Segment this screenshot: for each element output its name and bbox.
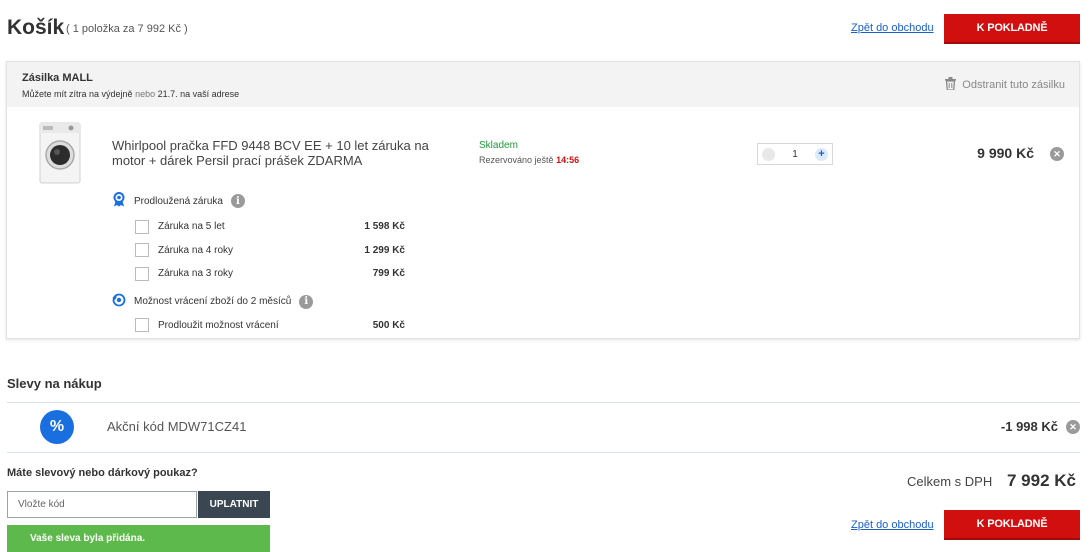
- voucher-code-input[interactable]: [7, 491, 197, 518]
- reserved-time: 14:56: [556, 155, 580, 165]
- remove-shipment-button[interactable]: Odstranit tuto zásilku: [945, 77, 1065, 93]
- warranty-5y-checkbox[interactable]: [135, 219, 149, 234]
- warranty-4y-checkbox[interactable]: [135, 243, 149, 258]
- product-image-washing-machine[interactable]: [38, 122, 82, 184]
- shipment-header: Zásilka MALL Můžete mít zítra na výdejně…: [7, 62, 1079, 107]
- option-price: 500 Kč: [372, 319, 405, 331]
- option-label: Záruka na 3 roky: [158, 268, 234, 280]
- total-label: Celkem s DPH: [907, 474, 993, 489]
- warranty-option-row: Záruka na 5 let 1 598 Kč: [135, 215, 405, 239]
- delivery-prefix: Můžete mít zítra na výdejně: [22, 89, 133, 99]
- option-price: 799 Kč: [372, 268, 405, 280]
- quantity-stepper: − 1 +: [757, 143, 833, 165]
- delivery-or: nebo: [135, 89, 156, 99]
- divider: [7, 452, 1080, 453]
- reservation-info: Rezervováno ještě 14:56: [479, 155, 579, 165]
- page-title: Košík: [7, 16, 65, 39]
- reserved-label: Rezervováno ještě: [479, 155, 554, 165]
- quantity-value[interactable]: 1: [792, 149, 798, 160]
- option-price: 1 598 Kč: [364, 221, 405, 233]
- discount-code-label: Akční kód MDW71CZ41: [107, 419, 247, 434]
- back-to-shop-link[interactable]: Zpět do obchodu: [851, 22, 934, 34]
- success-message: Vaše sleva byla přidána.: [7, 525, 270, 552]
- apply-voucher-button[interactable]: UPLATNIT: [198, 491, 270, 518]
- remove-shipment-label: Odstranit tuto zásilku: [962, 79, 1065, 91]
- option-price: 1 299 Kč: [364, 244, 405, 256]
- shipment-card: Zásilka MALL Můžete mít zítra na výdejně…: [6, 61, 1080, 339]
- remove-item-close-icon[interactable]: ✕: [1050, 147, 1064, 161]
- divider: [7, 402, 1080, 403]
- option-label: Záruka na 5 let: [158, 221, 225, 233]
- return-arrow-icon: [112, 293, 126, 310]
- discount-amount: -1 998 Kč: [1000, 419, 1058, 434]
- warranty-section-label: Prodloužená záruka i: [112, 192, 245, 210]
- returns-title: Možnost vrácení zboží do 2 měsíců: [134, 296, 292, 307]
- warranty-option-row: Záruka na 4 roky 1 299 Kč: [135, 239, 405, 263]
- remove-discount-close-icon[interactable]: ✕: [1066, 420, 1080, 434]
- returns-options: Prodloužit možnost vrácení 500 Kč: [135, 315, 405, 335]
- back-to-shop-link-bottom[interactable]: Zpět do obchodu: [851, 519, 934, 531]
- decrease-quantity-button[interactable]: −: [762, 147, 775, 161]
- product-name-link[interactable]: Whirlpool pračka FFD 9448 BCV EE + 10 le…: [112, 138, 462, 168]
- warranty-options: Záruka na 5 let 1 598 Kč Záruka na 4 rok…: [135, 215, 405, 286]
- returns-section-label: Možnost vrácení zboží do 2 měsíců i: [112, 293, 314, 310]
- option-label: Prodloužit možnost vrácení: [158, 319, 279, 331]
- option-label: Záruka na 4 roky: [158, 244, 234, 256]
- total-value: 7 992 Kč: [1007, 471, 1076, 490]
- checkout-button-bottom[interactable]: K POKLADNĚ: [944, 510, 1080, 540]
- discounts-title: Slevy na nákup: [7, 376, 102, 391]
- product-price: 9 990 Kč: [977, 145, 1034, 161]
- stock-status: Skladem: [479, 140, 518, 151]
- voucher-question: Máte slevový nebo dárkový poukaz?: [7, 467, 198, 479]
- percent-icon: %: [40, 410, 74, 444]
- trash-icon: [945, 77, 957, 93]
- delivery-info: Můžete mít zítra na výdejně nebo 21.7. n…: [22, 89, 239, 99]
- shipment-title: Zásilka MALL: [22, 72, 93, 84]
- warranty-title: Prodloužená záruka: [134, 195, 223, 207]
- award-ribbon-icon: [112, 192, 126, 210]
- checkout-button[interactable]: K POKLADNĚ: [944, 14, 1080, 44]
- warranty-option-row: Záruka na 3 roky 799 Kč: [135, 262, 405, 286]
- info-icon[interactable]: i: [299, 294, 314, 309]
- increase-quantity-button[interactable]: +: [815, 147, 828, 161]
- returns-option-row: Prodloužit možnost vrácení 500 Kč: [135, 315, 405, 335]
- delivery-suffix: 21.7. na vaší adrese: [157, 89, 240, 99]
- info-icon[interactable]: i: [230, 194, 245, 208]
- cart-summary-subtitle: ( 1 položka za 7 992 Kč ): [66, 23, 188, 35]
- extend-returns-checkbox[interactable]: [135, 318, 149, 332]
- warranty-3y-checkbox[interactable]: [135, 266, 149, 281]
